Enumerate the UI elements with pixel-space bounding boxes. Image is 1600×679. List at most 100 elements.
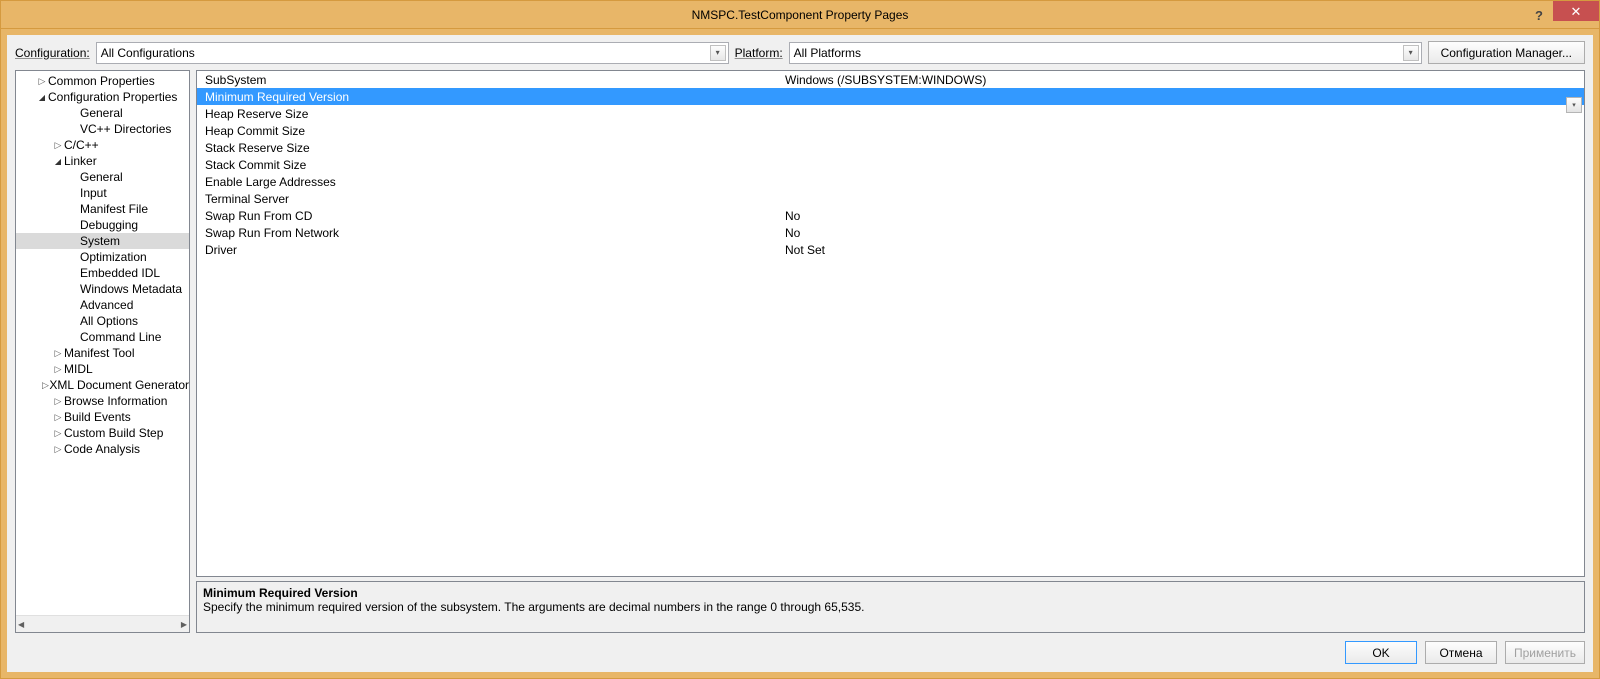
tree-item-label: Code Analysis xyxy=(64,442,140,456)
tree-item-label: Command Line xyxy=(80,330,161,344)
property-name: Swap Run From CD xyxy=(197,209,777,223)
tree-item[interactable]: Manifest File xyxy=(16,201,189,217)
tree-item-label: General xyxy=(80,170,123,184)
property-row[interactable]: Minimum Required Version▾ xyxy=(197,88,1584,105)
dialog-buttons: OK Отмена Применить xyxy=(15,633,1585,664)
property-row[interactable]: Heap Reserve Size xyxy=(197,105,1584,122)
tree-item[interactable]: Input xyxy=(16,185,189,201)
scroll-left-icon[interactable]: ◀ xyxy=(18,620,24,629)
tree-item-label: C/C++ xyxy=(64,138,99,152)
tree-item-label: VC++ Directories xyxy=(80,122,171,136)
caret-closed-icon[interactable] xyxy=(42,380,50,391)
apply-button[interactable]: Применить xyxy=(1505,641,1585,664)
property-name: Terminal Server xyxy=(197,192,777,206)
topbar: Configuration: All Configurations ▾ Plat… xyxy=(15,41,1585,64)
property-row[interactable]: Stack Commit Size xyxy=(197,156,1584,173)
configuration-combo[interactable]: All Configurations ▾ xyxy=(96,42,729,64)
property-row[interactable]: Terminal Server xyxy=(197,190,1584,207)
configuration-value: All Configurations xyxy=(101,46,195,60)
cancel-button[interactable]: Отмена xyxy=(1425,641,1497,664)
tree-item[interactable]: System xyxy=(16,233,189,249)
platform-value: All Platforms xyxy=(794,46,861,60)
caret-closed-icon[interactable] xyxy=(52,412,64,423)
tree-item[interactable]: VC++ Directories xyxy=(16,121,189,137)
tree-item[interactable]: Configuration Properties xyxy=(16,89,189,105)
tree-item[interactable]: Windows Metadata xyxy=(16,281,189,297)
caret-closed-icon[interactable] xyxy=(52,396,64,407)
property-row[interactable]: SubSystemWindows (/SUBSYSTEM:WINDOWS) xyxy=(197,71,1584,88)
tree-item[interactable]: Code Analysis xyxy=(16,441,189,457)
property-name: Heap Commit Size xyxy=(197,124,777,138)
tree-item-label: Windows Metadata xyxy=(80,282,182,296)
description-title: Minimum Required Version xyxy=(203,586,1578,600)
property-value[interactable]: No xyxy=(777,226,1584,240)
caret-closed-icon[interactable] xyxy=(36,76,48,87)
tree-item-label: Manifest Tool xyxy=(64,346,134,360)
property-pages-window: NMSPC.TestComponent Property Pages ? ✕ C… xyxy=(0,0,1600,679)
property-name: SubSystem xyxy=(197,73,777,87)
property-row[interactable]: Swap Run From NetworkNo xyxy=(197,224,1584,241)
tree-item[interactable]: C/C++ xyxy=(16,137,189,153)
tree-item[interactable]: Common Properties xyxy=(16,73,189,89)
property-row[interactable]: Heap Commit Size xyxy=(197,122,1584,139)
caret-closed-icon[interactable] xyxy=(52,444,64,455)
property-value[interactable]: Windows (/SUBSYSTEM:WINDOWS) xyxy=(777,73,1584,87)
property-name: Swap Run From Network xyxy=(197,226,777,240)
tree-item[interactable]: General xyxy=(16,105,189,121)
tree-item[interactable]: Build Events xyxy=(16,409,189,425)
tree-item[interactable]: Optimization xyxy=(16,249,189,265)
tree-item[interactable]: All Options xyxy=(16,313,189,329)
tree-item[interactable]: Linker xyxy=(16,153,189,169)
property-name: Stack Reserve Size xyxy=(197,141,777,155)
tree-item[interactable]: Advanced xyxy=(16,297,189,313)
help-button[interactable]: ? xyxy=(1525,5,1553,25)
property-row[interactable]: Swap Run From CDNo xyxy=(197,207,1584,224)
tree-item[interactable]: Command Line xyxy=(16,329,189,345)
caret-closed-icon[interactable] xyxy=(52,348,64,359)
window-controls: ? ✕ xyxy=(1525,1,1599,21)
description-text: Specify the minimum required version of … xyxy=(203,600,1578,614)
property-value[interactable]: No xyxy=(777,209,1584,223)
tree-item[interactable]: Browse Information xyxy=(16,393,189,409)
property-value[interactable]: Not Set xyxy=(777,243,1584,257)
configuration-manager-button[interactable]: Configuration Manager... xyxy=(1428,41,1585,64)
tree-item[interactable]: MIDL xyxy=(16,361,189,377)
property-name: Heap Reserve Size xyxy=(197,107,777,121)
tree-item[interactable]: General xyxy=(16,169,189,185)
main-panel: SubSystemWindows (/SUBSYSTEM:WINDOWS)Min… xyxy=(196,70,1585,633)
tree-item-label: Manifest File xyxy=(80,202,148,216)
platform-label: Platform: xyxy=(735,46,783,60)
property-name: Minimum Required Version xyxy=(197,90,777,104)
caret-open-icon[interactable] xyxy=(52,157,64,166)
configuration-label: Configuration: xyxy=(15,46,90,60)
tree-item[interactable]: Custom Build Step xyxy=(16,425,189,441)
chevron-down-icon: ▾ xyxy=(710,45,726,61)
tree-item-label: Configuration Properties xyxy=(48,90,177,104)
tree-item-label: Debugging xyxy=(80,218,138,232)
tree-item-label: Advanced xyxy=(80,298,133,312)
caret-closed-icon[interactable] xyxy=(52,364,64,375)
caret-closed-icon[interactable] xyxy=(52,428,64,439)
property-row[interactable]: DriverNot Set xyxy=(197,241,1584,258)
property-row[interactable]: Enable Large Addresses xyxy=(197,173,1584,190)
tree-item-label: Embedded IDL xyxy=(80,266,160,280)
tree-item[interactable]: Embedded IDL xyxy=(16,265,189,281)
scroll-right-icon[interactable]: ▶ xyxy=(181,620,187,629)
property-grid[interactable]: SubSystemWindows (/SUBSYSTEM:WINDOWS)Min… xyxy=(196,70,1585,577)
nav-tree[interactable]: Common PropertiesConfiguration Propertie… xyxy=(15,70,190,633)
tree-scrollbar[interactable]: ◀ ▶ xyxy=(16,615,189,632)
property-row[interactable]: Stack Reserve Size xyxy=(197,139,1584,156)
dropdown-arrow-icon[interactable]: ▾ xyxy=(1566,97,1582,113)
tree-item[interactable]: Debugging xyxy=(16,217,189,233)
ok-button[interactable]: OK xyxy=(1345,641,1417,664)
tree-item[interactable]: Manifest Tool xyxy=(16,345,189,361)
content-area: Common PropertiesConfiguration Propertie… xyxy=(15,70,1585,633)
caret-closed-icon[interactable] xyxy=(52,140,64,151)
caret-open-icon[interactable] xyxy=(36,93,48,102)
dialog-body: Configuration: All Configurations ▾ Plat… xyxy=(7,35,1593,672)
platform-combo[interactable]: All Platforms ▾ xyxy=(789,42,1422,64)
tree-item-label: Browse Information xyxy=(64,394,167,408)
chevron-down-icon: ▾ xyxy=(1403,45,1419,61)
close-button[interactable]: ✕ xyxy=(1553,1,1599,21)
tree-item[interactable]: XML Document Generator xyxy=(16,377,189,393)
